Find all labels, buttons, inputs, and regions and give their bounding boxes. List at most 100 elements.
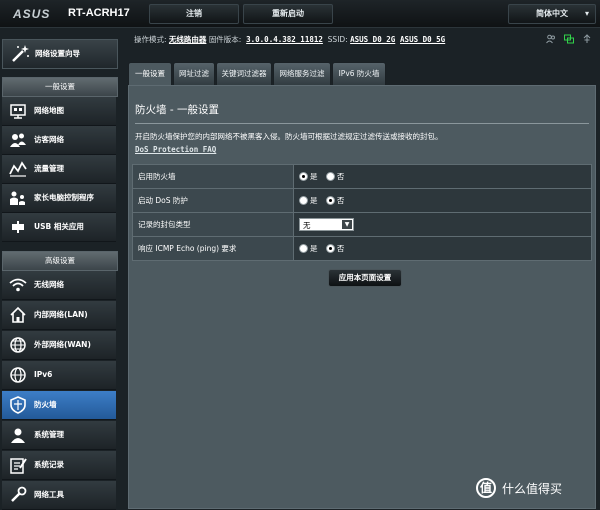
watermark: 值 什么值得买 <box>476 476 596 502</box>
icmp-echo-no-radio[interactable] <box>325 244 335 253</box>
sidebar-item-label: 家长电脑控制程序 <box>34 193 94 202</box>
sidebar-item-label: IPv6 <box>34 370 53 379</box>
internet-status-icon[interactable] <box>564 34 574 44</box>
sidebar-item-label: 内部网络(LAN) <box>34 310 88 319</box>
logout-button[interactable]: 注销 <box>149 4 239 24</box>
enable-firewall-label: 启用防火墙 <box>132 164 294 189</box>
language-label: 简体中文 <box>536 9 568 18</box>
table-row: 启用防火墙 是 否 <box>132 164 592 189</box>
parental-control-icon <box>10 191 25 205</box>
general-section-header: 一般设置 <box>2 77 118 97</box>
mode-label: 操作模式: <box>134 35 167 44</box>
tab-general[interactable]: 一般设置 <box>128 62 172 86</box>
dos-protection-value: 是 否 <box>293 188 592 213</box>
network-map-icon <box>10 104 26 119</box>
radio-label: 是 <box>310 196 318 205</box>
sidebar-item-wireless[interactable]: 无线网络 <box>2 271 116 300</box>
dos-protection-no-radio[interactable] <box>325 196 335 205</box>
table-row: 启动 DoS 防护 是 否 <box>132 188 592 213</box>
tab-keyword-filter[interactable]: 关键词过滤器 <box>216 62 272 85</box>
traffic-manager-icon <box>9 161 27 177</box>
sidebar-item-system-log[interactable]: 系统记录 <box>2 451 116 480</box>
chevron-down-icon: ▼ <box>342 220 352 229</box>
table-row: 响应 ICMP Echo (ping) 要求 是 否 <box>132 236 592 261</box>
sidebar-item-parental-control[interactable]: 家长电脑控制程序 <box>2 184 116 213</box>
enable-firewall-yes-radio[interactable] <box>299 172 308 181</box>
sidebar-item-administration[interactable]: 系统管理 <box>2 421 116 450</box>
ssid-2g-link[interactable]: ASUS_D0_2G <box>350 35 395 44</box>
router-model: RT-ACRH17 <box>68 7 130 19</box>
sidebar-item-traffic-manager[interactable]: 流量管理 <box>2 155 116 184</box>
sidebar-item-label: 防火墙 <box>34 400 57 409</box>
apply-button[interactable]: 应用本页面设置 <box>328 269 402 287</box>
sidebar-item-guest-network[interactable]: 访客网络 <box>2 126 116 155</box>
sidebar-item-label: 系统管理 <box>34 430 64 439</box>
radio-label: 否 <box>336 244 345 253</box>
radio-label: 否 <box>336 172 345 181</box>
guest-network-icon <box>10 133 26 147</box>
sidebar-item-label: 系统记录 <box>34 460 64 469</box>
watermark-logo: 值 <box>476 478 496 498</box>
sidebar: 网络设置向导 一般设置 网络地图 访客网络 流量管理 家长电脑控制程序 USB … <box>0 35 122 510</box>
dos-protection-faq-link[interactable]: DoS Protection FAQ <box>135 145 216 154</box>
chevron-down-icon: ▾ <box>584 9 589 18</box>
sidebar-item-label: USB 相关应用 <box>34 222 84 231</box>
logged-packets-type-select[interactable]: 无 ▼ <box>299 218 354 231</box>
network-tools-icon <box>11 486 27 502</box>
tab-ipv6-firewall[interactable]: IPv6 防火墙 <box>332 62 386 85</box>
ssid-label: SSID: <box>327 35 348 44</box>
lan-icon <box>10 306 26 323</box>
page-title: 防火墙 - 一般设置 <box>135 104 219 116</box>
ipv6-icon <box>10 367 26 383</box>
firewall-icon <box>10 396 26 414</box>
enable-firewall-value: 是 否 <box>293 164 592 189</box>
logged-packets-type-value: 无 ▼ <box>293 212 592 237</box>
sidebar-item-usb-application[interactable]: USB 相关应用 <box>2 213 116 242</box>
tab-network-services-filter[interactable]: 网络服务过滤 <box>273 62 331 85</box>
settings-table: 启用防火墙 是 否 启动 DoS 防护 是 否 记录的封包类型 无 ▼ 响应 I <box>132 164 592 261</box>
advanced-section-header: 高级设置 <box>2 251 118 271</box>
sidebar-item-firewall[interactable]: 防火墙 <box>2 391 116 420</box>
usb-status-icon[interactable] <box>582 34 592 44</box>
icmp-echo-yes-radio[interactable] <box>299 244 308 253</box>
sidebar-item-network-map[interactable]: 网络地图 <box>2 97 116 126</box>
sidebar-item-label: 网络设置向导 <box>35 49 80 58</box>
sidebar-item-label: 无线网络 <box>34 280 64 289</box>
sidebar-item-wan[interactable]: 外部网络(WAN) <box>2 331 116 360</box>
radio-label: 是 <box>310 244 318 253</box>
radio-label: 否 <box>336 196 345 205</box>
firmware-version-link[interactable]: 3.0.0.4.382_11812 <box>246 35 323 44</box>
icmp-echo-value: 是 否 <box>293 236 592 261</box>
firmware-label: 固件版本: <box>208 35 242 44</box>
dos-protection-yes-radio[interactable] <box>299 196 308 205</box>
ssid-5g-link[interactable]: ASUS_D0_5G <box>400 35 445 44</box>
sidebar-item-label: 外部网络(WAN) <box>34 340 91 349</box>
sidebar-item-label: 网络地图 <box>34 106 64 115</box>
sidebar-item-network-tools[interactable]: 网络工具 <box>2 481 116 510</box>
main-panel: 防火墙 - 一般设置 开启防火墙保护您的内部网络不被黑客入侵。防火墙可根据过滤规… <box>128 85 596 509</box>
wireless-icon <box>9 278 27 292</box>
page-description: 开启防火墙保护您的内部网络不被黑客入侵。防火墙可根据过滤规定过滤传送或接收的封包… <box>135 132 443 141</box>
select-value: 无 <box>303 221 311 230</box>
enable-firewall-no-radio[interactable] <box>325 172 335 181</box>
clients-icon[interactable] <box>546 34 556 44</box>
administration-icon <box>11 428 25 443</box>
info-line: 操作模式: 无线路由器 固件版本: 3.0.0.4.382_11812 SSID… <box>134 34 445 45</box>
sidebar-item-label: 网络工具 <box>34 490 64 499</box>
sidebar-item-ipv6[interactable]: IPv6 <box>2 361 116 390</box>
reboot-button[interactable]: 重新启动 <box>243 4 333 24</box>
logged-packets-type-label: 记录的封包类型 <box>132 212 294 237</box>
language-select[interactable]: 简体中文 ▾ <box>508 4 596 24</box>
wan-icon <box>10 337 26 353</box>
operation-mode-link[interactable]: 无线路由器 <box>169 35 207 44</box>
title-divider <box>135 123 589 124</box>
system-log-icon <box>10 458 27 474</box>
table-row: 记录的封包类型 无 ▼ <box>132 212 592 237</box>
sidebar-item-lan[interactable]: 内部网络(LAN) <box>2 301 116 330</box>
tab-url-filter[interactable]: 网址过滤 <box>173 62 215 85</box>
icmp-echo-label: 响应 ICMP Echo (ping) 要求 <box>132 236 294 261</box>
sidebar-item-label: 访客网络 <box>34 135 64 144</box>
sidebar-item-label: 流量管理 <box>34 164 64 173</box>
sidebar-item-quick-setup[interactable]: 网络设置向导 <box>2 39 118 69</box>
asus-logo: ASUS <box>13 7 51 21</box>
